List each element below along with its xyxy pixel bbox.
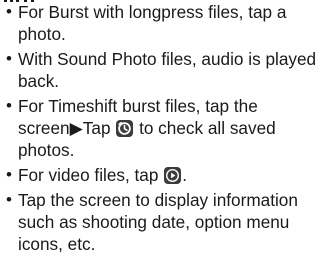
note-sound-photo: • With Sound Photo files, audio is playe… (6, 48, 328, 92)
note-display-info: • Tap the screen to display information … (6, 189, 328, 255)
bullet: • (6, 96, 12, 115)
note-text: For Burst with longpress files, tap a ph… (18, 2, 287, 44)
bullet: • (6, 2, 12, 21)
notes-list: • For Burst with longpress files, tap a … (6, 1, 328, 258)
video-play-icon (164, 167, 182, 184)
note-text-before: For video files, tap (18, 165, 164, 185)
note-burst-longpress: • For Burst with longpress files, tap a … (6, 1, 328, 45)
bullet: • (6, 190, 12, 209)
note-timeshift-burst: • For Timeshift burst files, tap the scr… (6, 95, 328, 161)
note-text-after: . (182, 165, 187, 185)
note-text: With Sound Photo files, audio is played … (18, 49, 317, 91)
note-video: • For video files, tap . (6, 164, 328, 186)
note-text: Tap the screen to display information su… (18, 190, 298, 254)
bullet: • (6, 49, 12, 68)
timeshift-clock-icon (116, 120, 134, 137)
bullet: • (6, 165, 12, 184)
